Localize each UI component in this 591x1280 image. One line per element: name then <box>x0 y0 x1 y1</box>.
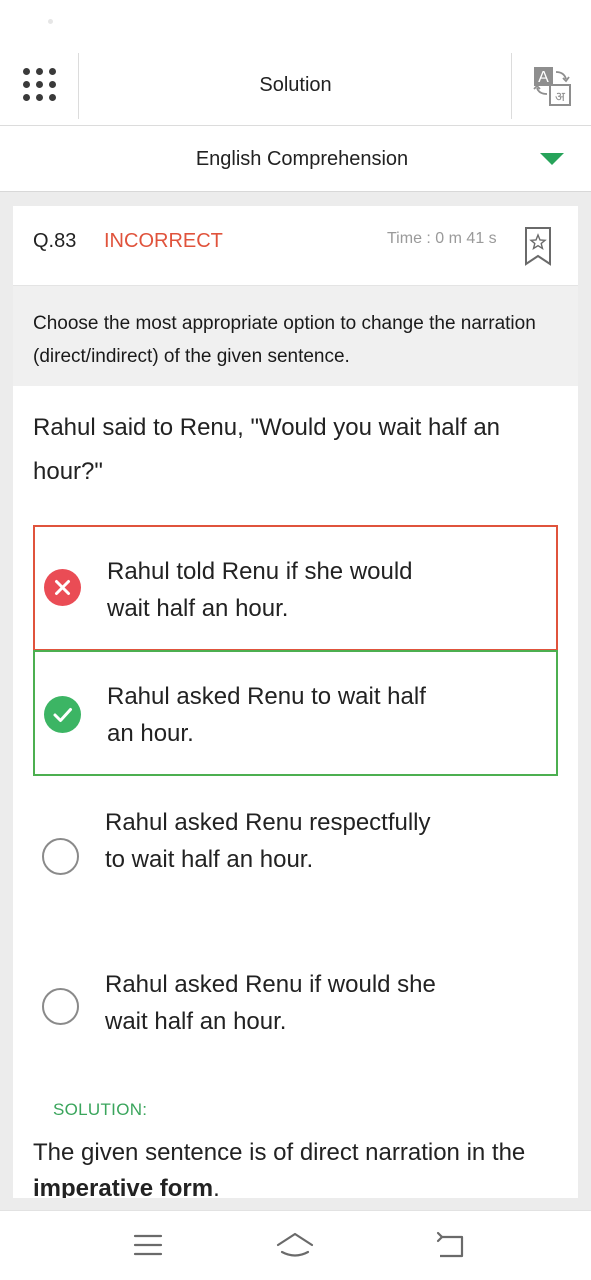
check-circle-icon <box>44 696 81 733</box>
divider <box>78 53 79 119</box>
app-bar: Solution A अ <box>0 50 591 126</box>
solution-text: The given sentence is of direct narratio… <box>33 1135 558 1198</box>
translate-button[interactable]: A अ <box>512 50 591 126</box>
section-label: English Comprehension <box>195 148 409 170</box>
option-text: Rahul told Renu if she would wait half a… <box>107 558 413 622</box>
home-button[interactable] <box>273 1225 317 1265</box>
option-3[interactable]: Rahul asked Renu respectfully to wait ha… <box>33 798 558 918</box>
option-1[interactable]: Rahul told Renu if she would wait half a… <box>33 525 558 651</box>
status-badge: INCORRECT <box>104 230 223 252</box>
status-indicator-icon <box>48 19 53 24</box>
question-number: Q.83 <box>33 230 77 252</box>
solution-text-bold: imperative form <box>33 1175 214 1198</box>
option-text: Rahul asked Renu if would she wait half … <box>105 971 436 1035</box>
option-text: Rahul asked Renu respectfully to wait ha… <box>105 809 431 873</box>
system-nav-bar <box>0 1210 591 1280</box>
solution-text-suffix: . <box>213 1175 220 1198</box>
time-taken: Time : 0 m 41 s <box>387 230 497 247</box>
status-bar <box>0 0 591 50</box>
recent-apps-icon <box>133 1234 163 1256</box>
back-icon <box>436 1231 464 1258</box>
section-dropdown[interactable]: English Comprehension <box>0 126 591 192</box>
grid-menu-icon <box>23 67 56 101</box>
grid-menu-button[interactable] <box>0 50 79 118</box>
translate-glyph-hi: अ <box>555 90 566 105</box>
translate-icon: A अ <box>533 67 571 106</box>
bookmark-button[interactable] <box>524 226 552 266</box>
radio-empty-icon[interactable] <box>42 838 79 875</box>
caret-down-icon <box>540 153 564 165</box>
radio-empty-icon[interactable] <box>42 988 79 1025</box>
solution-label: SOLUTION: <box>53 1100 148 1119</box>
question-instruction: Choose the most appropriate option to ch… <box>13 285 578 386</box>
translate-glyph-en: A <box>538 69 549 86</box>
back-button[interactable] <box>428 1225 472 1265</box>
option-4[interactable]: Rahul asked Renu if would she wait half … <box>33 964 558 1044</box>
option-2[interactable]: Rahul asked Renu to wait half an hour. <box>33 650 558 776</box>
question-header: Q.83 INCORRECT Time : 0 m 41 s <box>13 206 578 285</box>
option-text: Rahul asked Renu to wait half an hour. <box>107 683 426 747</box>
bookmark-star-icon <box>525 227 551 266</box>
recent-apps-button[interactable] <box>126 1225 170 1265</box>
question-text: Rahul said to Renu, "Would you wait half… <box>33 414 501 485</box>
home-icon <box>276 1232 314 1257</box>
question-card: Q.83 INCORRECT Time : 0 m 41 s Choose th… <box>13 206 578 1198</box>
solution-text-prefix: The given sentence is of direct narratio… <box>33 1139 526 1166</box>
page-title: Solution <box>259 74 332 96</box>
cross-circle-icon <box>44 569 81 606</box>
